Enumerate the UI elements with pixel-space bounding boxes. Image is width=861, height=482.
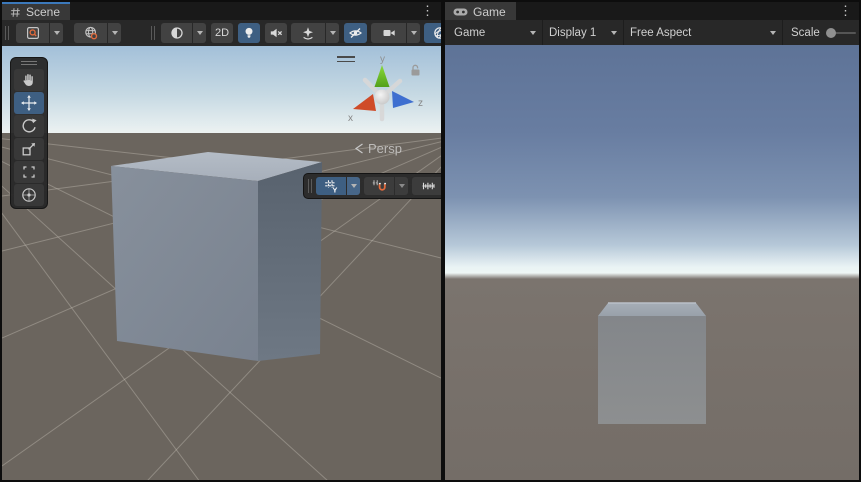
scene-lighting-button[interactable] — [238, 23, 260, 43]
shaded-sphere-icon — [170, 26, 184, 40]
tools-overlay — [10, 57, 48, 209]
scene-tabbar: Scene ⋮ — [2, 2, 441, 20]
pivot-orientation-button[interactable] — [74, 23, 107, 43]
projection-label: Persp — [368, 141, 402, 156]
move-icon — [20, 94, 38, 112]
scale-slider-knob[interactable] — [826, 28, 836, 38]
tab-game[interactable]: Game — [445, 2, 516, 20]
grid-visibility-dropdown[interactable] — [347, 177, 360, 195]
grid-magnet-icon — [372, 179, 386, 193]
pivot-globe-icon — [84, 26, 98, 40]
audio-mute-button[interactable] — [265, 23, 287, 43]
toolbar-drag-handle-2[interactable] — [151, 26, 155, 40]
eye-crossed-icon — [348, 26, 363, 40]
rect-tool-button[interactable] — [14, 161, 44, 183]
effects-sparkle-icon — [301, 26, 315, 40]
scene-cube[interactable] — [111, 152, 322, 361]
gizmo-x-label: x — [348, 113, 353, 124]
move-tool-button[interactable] — [14, 92, 44, 114]
hand-icon — [20, 71, 38, 89]
effects-button[interactable] — [291, 23, 325, 43]
pivot-orientation-dropdown[interactable] — [108, 23, 121, 43]
grid-snapping-button[interactable] — [364, 177, 394, 195]
rect-icon — [20, 163, 38, 181]
scene-menu-button[interactable]: ⋮ — [414, 2, 441, 20]
tools-overlay-drag-handle[interactable] — [21, 61, 37, 65]
shading-mode-button[interactable] — [161, 23, 192, 43]
tool-settings-icon — [26, 26, 40, 40]
grid-visibility-button[interactable]: Y — [316, 177, 346, 195]
scene-panel: Scene ⋮ — [2, 2, 441, 480]
gizmo-z-label: z — [418, 98, 423, 109]
game-toolbar: Game Display 1 Free Aspect Scale — [445, 20, 859, 45]
gizmo-y-label: y — [380, 54, 385, 65]
scene-toolbar: 2D — [2, 20, 441, 46]
persp-chevron-icon — [354, 142, 364, 155]
transform-icon — [20, 186, 38, 204]
camera-settings-dropdown[interactable] — [407, 23, 420, 43]
view-tool-button[interactable] — [14, 69, 44, 91]
scale-label: Scale — [791, 27, 820, 39]
gizmo-center-sphere — [375, 90, 390, 105]
snap-ruler-icon — [421, 179, 436, 193]
tool-settings-button[interactable] — [16, 23, 49, 43]
scale-slider[interactable] — [828, 32, 856, 34]
tool-settings-dropdown[interactable] — [50, 23, 63, 43]
lock-icon[interactable] — [410, 64, 421, 77]
toolbar-drag-handle[interactable] — [5, 26, 9, 40]
gizmo-x-axis[interactable] — [353, 94, 376, 111]
scale-tool-button[interactable] — [14, 138, 44, 160]
gizmo-y-axis[interactable] — [375, 65, 390, 87]
grid-snap-overlay: Y — [303, 173, 441, 199]
grid-axis-label: Y — [332, 185, 337, 193]
aspect-ratio-dropdown[interactable]: Free Aspect — [624, 20, 782, 45]
grid-axis-icon: Y — [324, 179, 338, 193]
scene-visibility-button[interactable] — [344, 23, 367, 43]
game-panel: Game ⋮ Game Display 1 Free Aspect Scale — [445, 2, 859, 480]
snap-increment-button[interactable] — [412, 177, 441, 195]
transform-tool-button[interactable] — [14, 184, 44, 206]
play-mode-target-dropdown[interactable]: Game — [448, 20, 542, 45]
game-cube — [594, 298, 710, 428]
light-bulb-icon — [242, 26, 256, 40]
game-tabbar: Game ⋮ — [445, 2, 859, 20]
audio-muted-icon — [269, 26, 283, 40]
shading-mode-dropdown[interactable] — [193, 23, 206, 43]
projection-toggle[interactable]: Persp — [354, 141, 402, 156]
gizmo-z-axis[interactable] — [392, 91, 414, 108]
camera-icon — [382, 26, 396, 40]
effects-dropdown[interactable] — [326, 23, 339, 43]
rotate-tool-button[interactable] — [14, 115, 44, 137]
gamepad-icon — [453, 7, 468, 17]
scene-tab-label: Scene — [26, 5, 60, 19]
game-viewport[interactable] — [445, 45, 859, 480]
game-tab-label: Game — [473, 5, 506, 19]
scene-grid-icon — [10, 7, 21, 18]
scale-control: Scale — [791, 27, 856, 39]
scale-icon — [20, 140, 38, 158]
camera-settings-button[interactable] — [371, 23, 406, 43]
scene-viewport[interactable]: y x z Persp — [2, 46, 441, 480]
display-dropdown[interactable]: Display 1 — [543, 20, 623, 45]
2d-toggle-button[interactable]: 2D — [211, 23, 233, 43]
grid-snapping-dropdown[interactable] — [395, 177, 408, 195]
rotate-icon — [20, 117, 38, 135]
tab-scene[interactable]: Scene — [2, 2, 70, 20]
game-menu-button[interactable]: ⋮ — [832, 2, 859, 20]
unity-editor-window: Scene ⋮ — [0, 0, 861, 482]
grid-overlay-drag-handle[interactable] — [308, 179, 312, 193]
